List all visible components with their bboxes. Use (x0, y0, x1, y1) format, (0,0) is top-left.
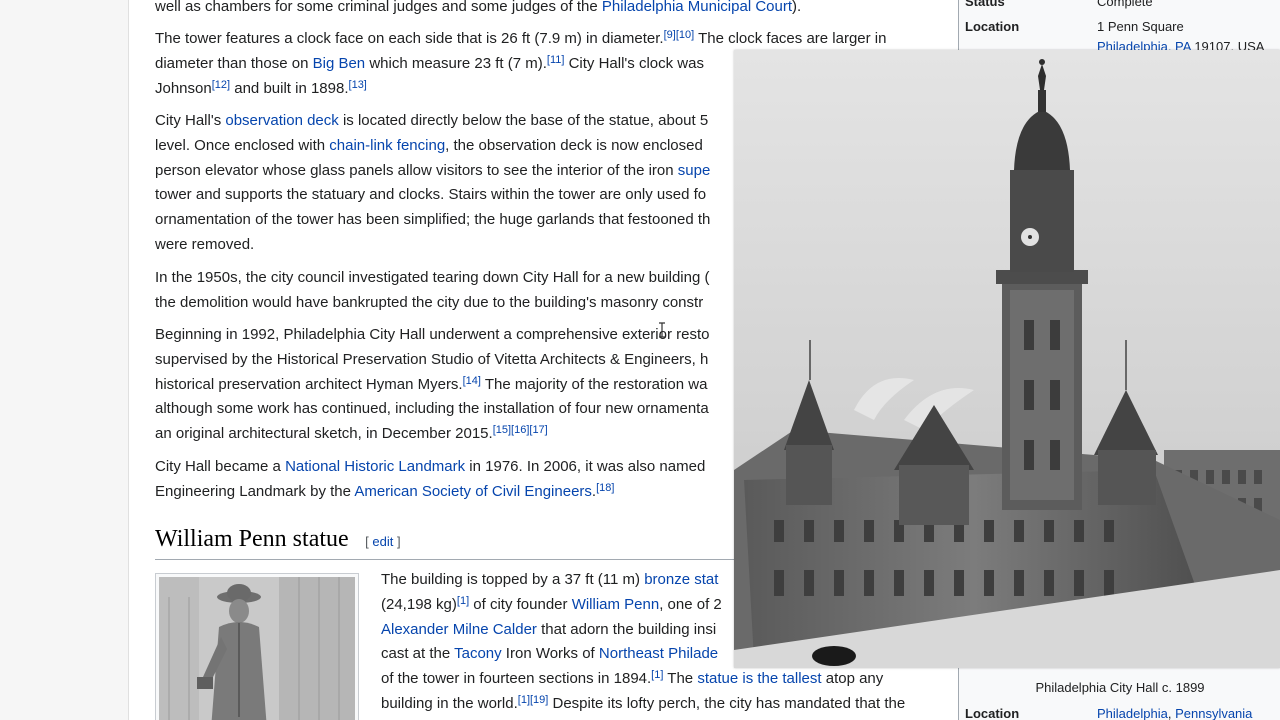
infobox-location-label: Location (965, 19, 1020, 34)
paragraph-text: ). (792, 0, 802, 15)
citation[interactable]: [1][19] (518, 694, 549, 706)
citation[interactable]: [18] (596, 482, 614, 494)
paragraph-court: well as chambers for some criminal judge… (155, 0, 935, 19)
paragraph-text: which measure 23 ft (7 m). (365, 54, 547, 72)
paragraph-text: The clock faces are larger in (694, 30, 887, 47)
paragraph-text: Despite its lofty perch, the city has ma… (548, 694, 906, 712)
link-alexander-milne-calder[interactable]: Alexander Milne Calder (381, 621, 537, 638)
statue-illustration (159, 577, 355, 720)
paragraph-text: and built in 1898. (230, 79, 349, 97)
citation[interactable]: [15][16][17] (493, 424, 548, 436)
link-superstructure[interactable]: supe (678, 162, 711, 179)
city-hall-photo (734, 50, 1280, 668)
edit-section: [ edit ] (365, 534, 400, 549)
citation[interactable]: [1] (457, 595, 469, 607)
paragraph-text: Iron Works of (501, 645, 599, 663)
link-national-historic-landmark[interactable]: National Historic Landmark (285, 458, 465, 475)
paragraph-text: of city founder (469, 595, 572, 613)
link-bronze-statue[interactable]: bronze stat (644, 571, 718, 588)
paragraph-text: of the tower in fourteen sections in 189… (381, 670, 652, 688)
citation[interactable]: [14] (463, 375, 481, 387)
citation[interactable]: [13] (349, 79, 367, 91)
paragraph-text: The (663, 670, 698, 688)
separator: , (1167, 706, 1176, 720)
paragraph-text: level. Once enclosed with (155, 136, 330, 154)
link-big-ben[interactable]: Big Ben (313, 55, 366, 72)
text-cursor-icon (659, 322, 665, 338)
link-william-penn[interactable]: William Penn (572, 596, 660, 613)
paragraph-text: in 1976. In 2006, it was also named (465, 458, 706, 475)
link-pennsylvania[interactable]: Pennsylvania (1175, 706, 1252, 720)
citation[interactable]: [1] (651, 669, 663, 681)
paragraph-text: historical preservation architect Hyman … (155, 375, 463, 393)
citation[interactable]: [12] (212, 79, 230, 91)
paragraph-text: The tower features a clock face on each … (155, 30, 664, 47)
william-penn-statue-thumbnail[interactable] (155, 573, 359, 720)
infobox-location2-label: Location (965, 706, 1020, 720)
infobox-status-value: Complete (1097, 0, 1153, 9)
infobox-image-caption: Philadelphia City Hall c. 1899 (1035, 680, 1205, 695)
link-statue-is-the-tallest[interactable]: statue is the tallest (697, 670, 821, 687)
paragraph-text: diameter than those on (155, 54, 313, 72)
paragraph-text: an original architectural sketch, in Dec… (155, 425, 493, 443)
infobox-status-label: Status (965, 0, 1005, 9)
paragraph-text: The building is topped by a 37 ft (11 m) (381, 571, 645, 588)
paragraph-text: City Hall's clock was (564, 54, 704, 72)
paragraph-text: is located directly below the base of th… (338, 112, 709, 129)
citation[interactable]: [9][10] (664, 29, 695, 41)
paragraph-text: building in the world. (381, 694, 518, 712)
paragraph-text: (24,198 kg) (381, 595, 457, 613)
paragraph-text: atop any (821, 670, 884, 688)
link-observation-deck[interactable]: observation deck (225, 112, 338, 129)
citation[interactable]: [11] (547, 54, 565, 66)
infobox-location2-value: Philadelphia, Pennsylvania (1097, 706, 1252, 720)
paragraph-text: City Hall became a (155, 458, 286, 475)
paragraph-text: cast at the (381, 645, 455, 663)
edit-bracket: ] (393, 534, 401, 549)
paragraph-text: well as chambers for some criminal judge… (155, 0, 602, 15)
edit-link[interactable]: edit (372, 534, 393, 549)
statue-image[interactable] (159, 577, 355, 720)
link-asce[interactable]: American Society of Civil Engineers (354, 483, 592, 500)
link-chain-link-fencing[interactable]: chain-link fencing (329, 137, 445, 154)
paragraph-text: , the observation deck is now enclosed (445, 136, 703, 154)
paragraph-text: , one of 2 (659, 595, 722, 613)
link-philadelphia[interactable]: Philadelphia (1097, 706, 1168, 720)
paragraph-text: that adorn the building insi (536, 620, 717, 638)
paragraph-text: Johnson (155, 79, 212, 97)
link-municipal-court[interactable]: Philadelphia Municipal Court (602, 0, 792, 15)
paragraph-text: The majority of the restoration wa (480, 375, 708, 393)
city-hall-photo-enlarged[interactable] (734, 50, 1280, 668)
paragraph-text: Engineering Landmark by the (155, 482, 355, 500)
paragraph-text: person elevator whose glass panels allow… (155, 161, 678, 179)
link-tacony[interactable]: Tacony (454, 645, 502, 662)
infobox-location-value: 1 Penn Square (1097, 19, 1184, 34)
paragraph-text: City Hall's (155, 112, 226, 129)
section-title: William Penn statue (155, 526, 349, 552)
link-northeast-philadelphia[interactable]: Northeast Philade (599, 645, 718, 662)
